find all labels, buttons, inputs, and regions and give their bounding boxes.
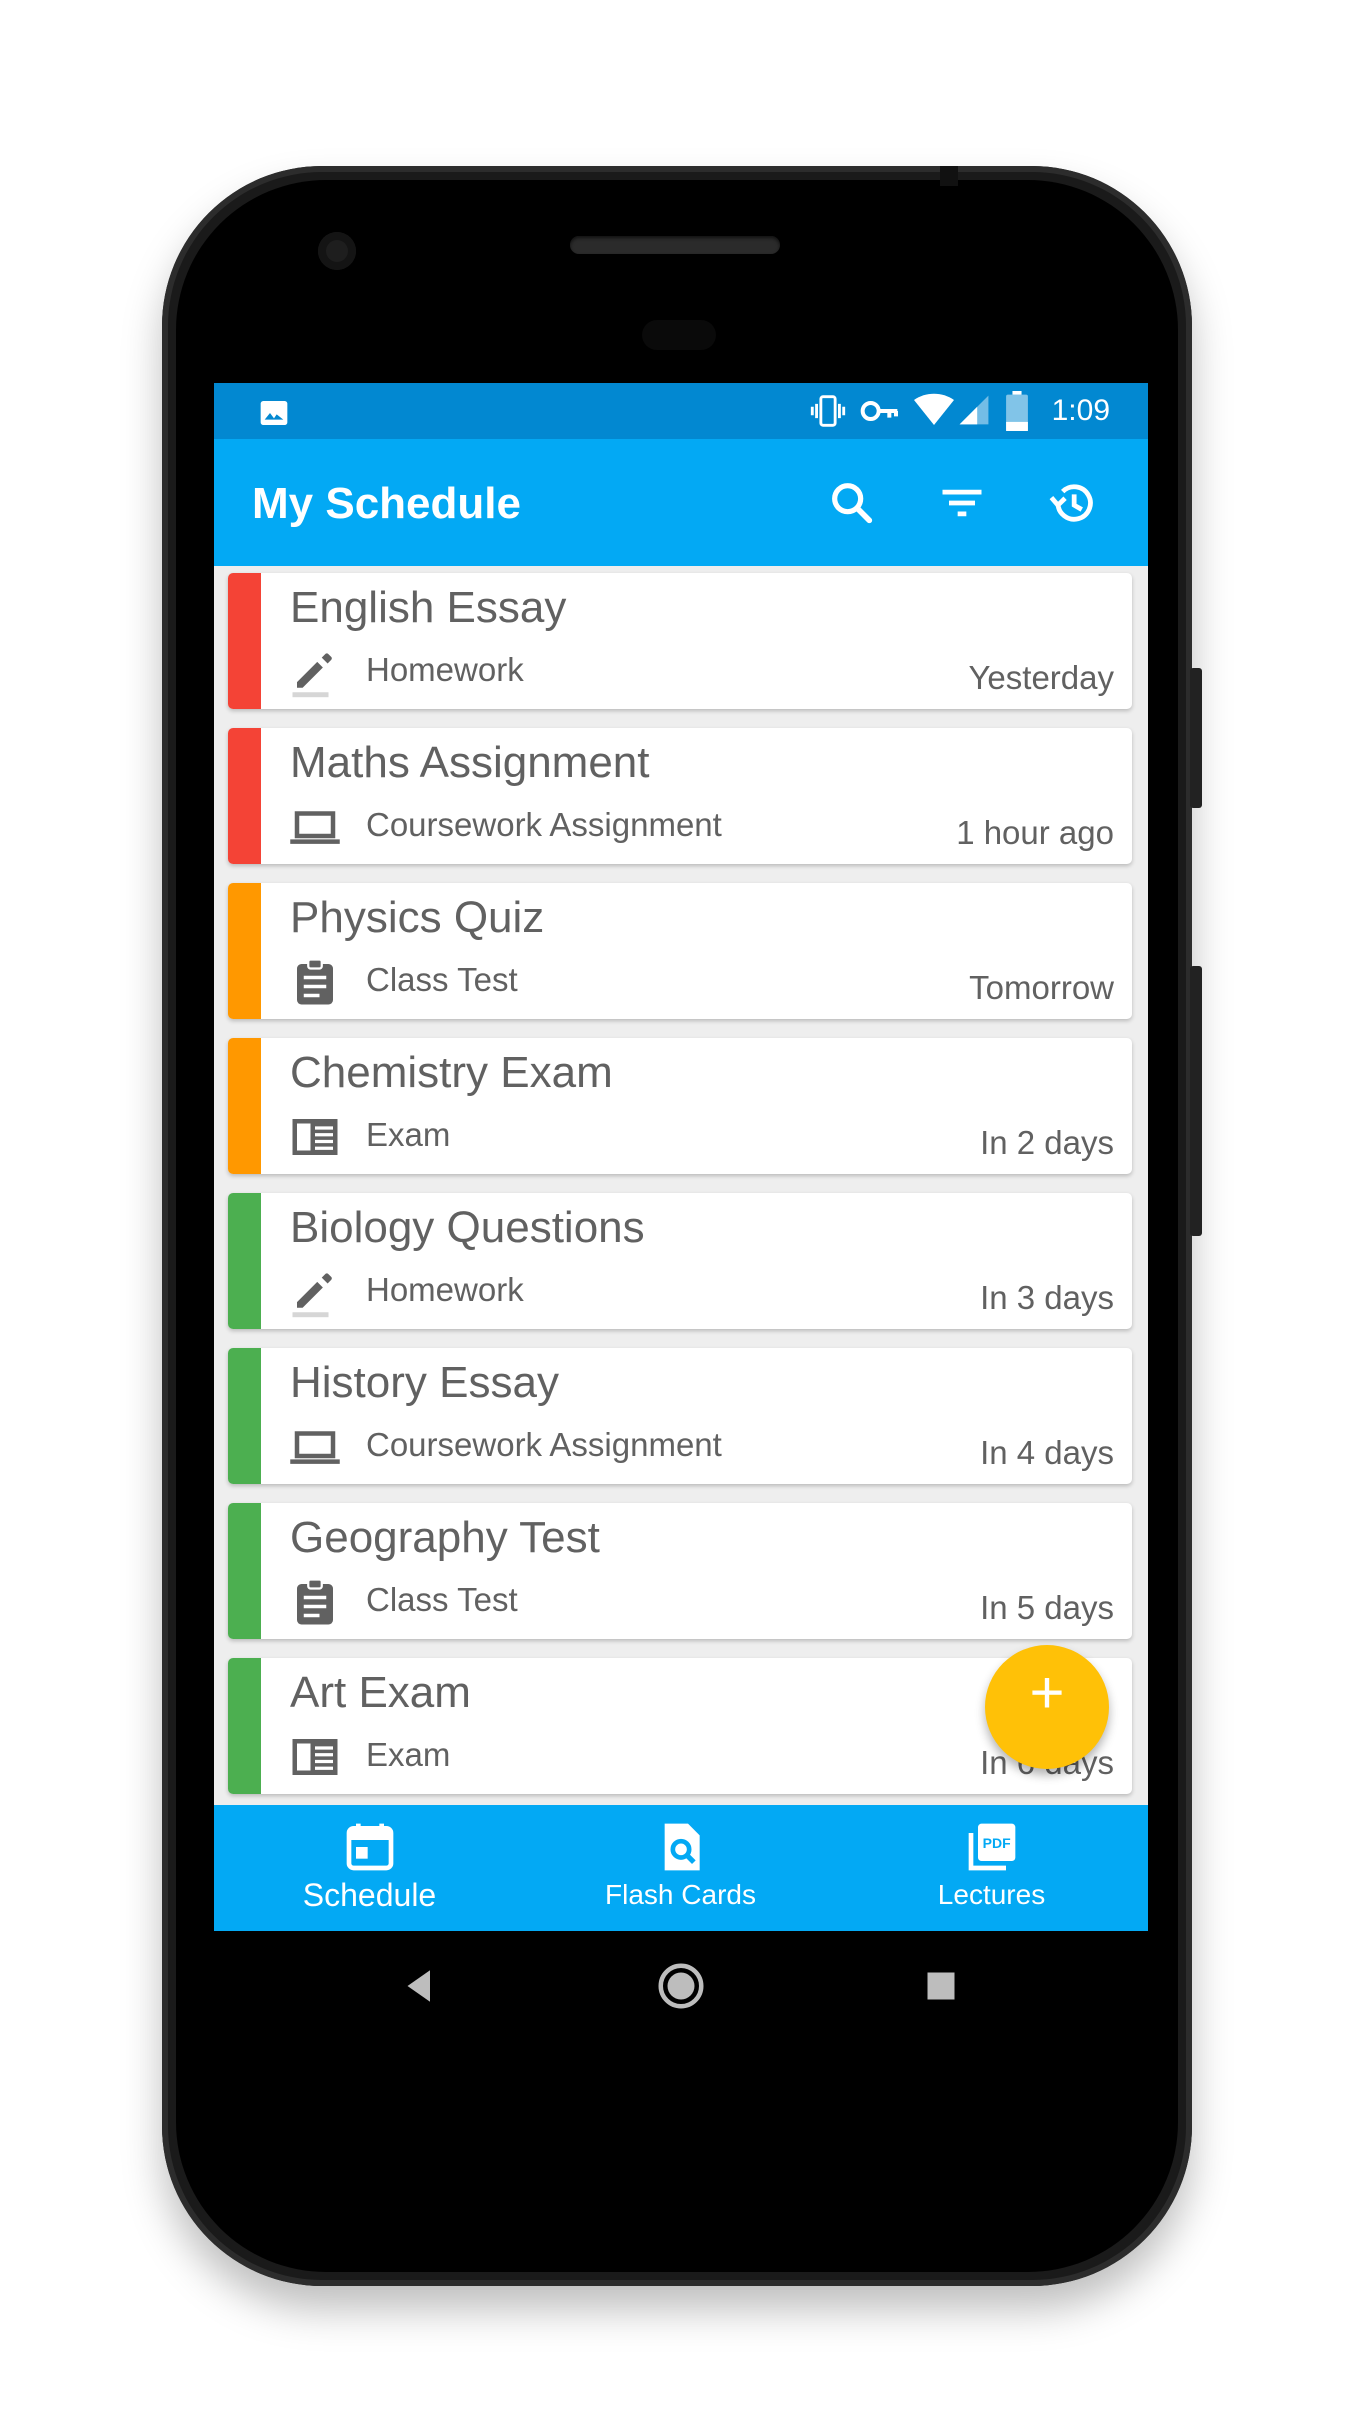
card-title: Biology Questions: [290, 1203, 645, 1252]
system-navigation-bar: [214, 1931, 1148, 2041]
calendar-icon: [346, 1823, 394, 1871]
vibrate-icon: [810, 395, 846, 427]
card-due: In 5 days: [980, 1589, 1114, 1626]
card-title: Art Exam: [290, 1668, 471, 1717]
app-bar: My Schedule: [214, 439, 1148, 566]
card-type: Homework: [366, 1271, 524, 1308]
pdf-icon: PDF: [968, 1823, 1016, 1871]
page-title: My Schedule: [252, 479, 521, 528]
nav-lectures[interactable]: PDF Lectures: [836, 1805, 1147, 1931]
nav-schedule[interactable]: Schedule: [214, 1805, 525, 1931]
app-screen: 1:09 My Schedule English Essay Homework …: [214, 383, 1148, 1931]
card-title: Maths Assignment: [290, 738, 650, 787]
volume-button: [1190, 668, 1202, 808]
clipboard-icon: [297, 1578, 333, 1625]
pencil-icon: [292, 653, 332, 698]
wifi-icon: [914, 393, 954, 425]
battery-icon: [1006, 391, 1028, 431]
schedule-card[interactable]: Biology Questions Homework In 3 days: [228, 1193, 1132, 1329]
power-button: [1190, 966, 1202, 1236]
pencil-icon: [292, 1273, 332, 1318]
schedule-card[interactable]: Maths Assignment Coursework Assignment 1…: [228, 728, 1132, 864]
schedule-card[interactable]: Chemistry Exam Exam In 2 days: [228, 1038, 1132, 1174]
card-title: History Essay: [290, 1358, 559, 1407]
phone-antenna-line: [940, 166, 958, 186]
card-due: In 2 days: [980, 1124, 1114, 1161]
priority-bar: [228, 1503, 261, 1639]
filter-icon[interactable]: [936, 477, 988, 529]
card-type: Exam: [366, 1736, 451, 1773]
proximity-sensor: [642, 320, 716, 350]
card-type: Exam: [366, 1116, 451, 1153]
search-icon[interactable]: [826, 477, 878, 529]
nav-label: Lectures: [937, 1879, 1046, 1910]
laptop-icon: [290, 811, 340, 844]
schedule-card[interactable]: Physics Quiz Class Test Tomorrow: [228, 883, 1132, 1019]
priority-bar: [228, 1038, 261, 1174]
newspaper-icon: [292, 1119, 338, 1155]
bottom-navigation: Schedule Flash Cards PDF Lectures: [214, 1805, 1148, 1931]
status-bar: 1:09: [214, 383, 1148, 439]
clipboard-icon: [297, 958, 333, 1005]
newspaper-icon: [292, 1739, 338, 1775]
card-title: English Essay: [290, 583, 567, 632]
image-icon: [260, 401, 288, 425]
front-camera: [318, 232, 356, 270]
card-title: Physics Quiz: [290, 893, 545, 942]
priority-bar: [228, 728, 261, 864]
svg-text:PDF: PDF: [983, 1835, 1011, 1851]
schedule-card[interactable]: English Essay Homework Yesterday: [228, 573, 1132, 709]
plus-icon: +: [1029, 1659, 1065, 1726]
card-type: Class Test: [366, 961, 518, 998]
nav-label: Flash Cards: [605, 1879, 756, 1910]
priority-bar: [228, 883, 261, 1019]
card-type: Coursework Assignment: [366, 806, 722, 843]
card-title: Geography Test: [290, 1513, 600, 1562]
signal-icon: [959, 395, 989, 425]
back-icon[interactable]: [394, 1959, 448, 2013]
card-due: In 4 days: [980, 1434, 1114, 1471]
add-item-button[interactable]: +: [985, 1645, 1109, 1769]
priority-bar: [228, 573, 261, 709]
priority-bar: [228, 1193, 261, 1329]
card-type: Class Test: [366, 1581, 518, 1618]
priority-bar: [228, 1658, 261, 1794]
card-due: Yesterday: [968, 659, 1114, 696]
card-due: 1 hour ago: [956, 814, 1114, 851]
nav-label: Schedule: [302, 1877, 437, 1913]
recents-icon[interactable]: [914, 1959, 968, 2013]
home-icon[interactable]: [654, 1959, 708, 2013]
vpn-key-icon: [860, 401, 898, 421]
find-in-page-icon: [664, 1823, 700, 1871]
history-icon[interactable]: [1046, 477, 1098, 529]
status-time: 1:09: [1051, 394, 1110, 427]
card-type: Homework: [366, 651, 524, 688]
schedule-card[interactable]: Geography Test Class Test In 5 days: [228, 1503, 1132, 1639]
card-type: Coursework Assignment: [366, 1426, 722, 1463]
card-due: In 3 days: [980, 1279, 1114, 1316]
card-title: Chemistry Exam: [290, 1048, 613, 1097]
laptop-icon: [290, 1431, 340, 1464]
card-due: Tomorrow: [969, 969, 1114, 1006]
priority-bar: [228, 1348, 261, 1484]
schedule-card[interactable]: History Essay Coursework Assignment In 4…: [228, 1348, 1132, 1484]
nav-flash-cards[interactable]: Flash Cards: [525, 1805, 836, 1931]
earpiece-speaker: [570, 236, 780, 254]
